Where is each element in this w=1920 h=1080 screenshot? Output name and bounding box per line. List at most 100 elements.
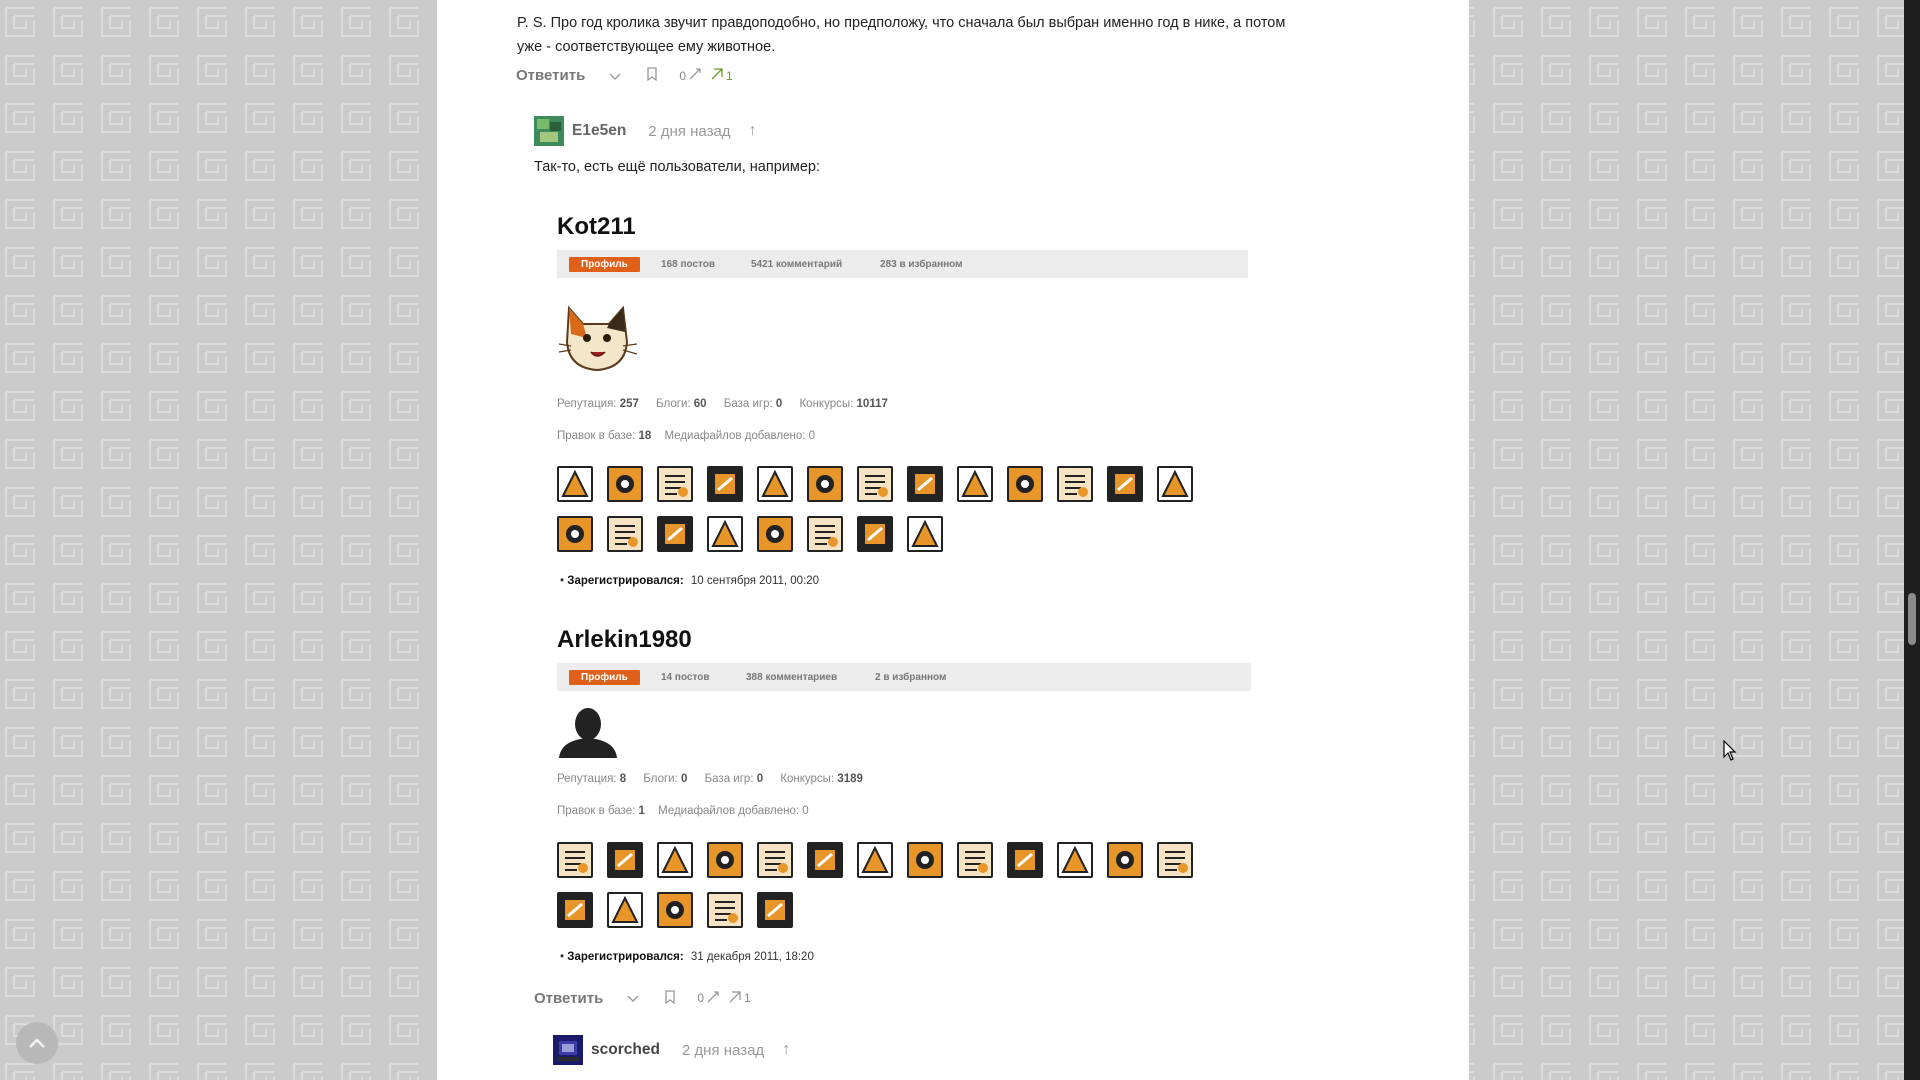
tab-posts[interactable]: 14 постов bbox=[661, 670, 710, 685]
achievement-badge-icon[interactable] bbox=[557, 466, 593, 502]
tab-comments[interactable]: 388 комментариев bbox=[746, 670, 837, 685]
achievement-badge-icon[interactable] bbox=[1157, 466, 1193, 502]
games-label: База игр: bbox=[704, 773, 754, 785]
avatar bbox=[557, 706, 619, 758]
comment-author-row: E1e5en 2 дня назад ↑ bbox=[534, 116, 757, 146]
tab-favorites[interactable]: 283 в избранном bbox=[880, 257, 963, 272]
avatar[interactable] bbox=[534, 116, 564, 146]
achievement-badge-icon[interactable] bbox=[1057, 842, 1093, 878]
thumb-up-icon[interactable] bbox=[728, 990, 742, 1007]
scroll-to-top-button[interactable] bbox=[16, 1022, 58, 1064]
profile-stats-row: Репутация: 8 Блоги: 0 База игр: 0 Конкур… bbox=[557, 773, 863, 785]
profile-stats-row: Правок в базе: 18 Медиафайлов добавлено:… bbox=[557, 430, 815, 442]
comment-time[interactable]: 2 дня назад bbox=[682, 1042, 764, 1059]
chevron-down-icon[interactable] bbox=[609, 68, 621, 84]
achievement-badge-icon[interactable] bbox=[707, 466, 743, 502]
tab-comments[interactable]: 5421 комментарий bbox=[751, 257, 842, 272]
achievement-badge-icon[interactable] bbox=[1107, 842, 1143, 878]
scrollbar-thumb[interactable] bbox=[1908, 593, 1916, 645]
avatar[interactable] bbox=[553, 1035, 583, 1065]
achievement-badge-icon[interactable] bbox=[857, 516, 893, 552]
media-label: Медиафайлов добавлено: bbox=[658, 805, 800, 817]
achievement-badge-icon[interactable] bbox=[607, 466, 643, 502]
achievement-badge-icon[interactable] bbox=[607, 516, 643, 552]
scrollbar[interactable] bbox=[1904, 0, 1920, 1080]
achievement-badge-icon[interactable] bbox=[1107, 466, 1143, 502]
games-value: 0 bbox=[775, 398, 783, 410]
achievement-badge-icon[interactable] bbox=[707, 516, 743, 552]
comment-text-line: P. S. Про год кролика звучит правдоподоб… bbox=[517, 15, 1286, 31]
achievement-badge-icon[interactable] bbox=[907, 516, 943, 552]
reply-button[interactable]: Ответить bbox=[516, 67, 585, 84]
achievement-badge-icon[interactable] bbox=[657, 516, 693, 552]
thumb-down-icon[interactable] bbox=[706, 990, 720, 1007]
achievement-badge-icon[interactable] bbox=[707, 842, 743, 878]
like-count: 1 bbox=[744, 991, 751, 1005]
media-label: Медиафайлов добавлено: bbox=[664, 430, 806, 442]
comment-author-row: scorched 2 дня назад ↑ bbox=[553, 1035, 790, 1065]
contests-value: 10117 bbox=[856, 398, 888, 410]
blogs-label: Блоги: bbox=[656, 398, 691, 410]
achievement-badge-icon[interactable] bbox=[557, 892, 593, 928]
achievement-badge-icon[interactable] bbox=[807, 516, 843, 552]
media-value: 0 bbox=[802, 805, 809, 817]
contests-label: Конкурсы: bbox=[780, 773, 835, 785]
bookmark-icon[interactable] bbox=[647, 67, 657, 84]
achievement-badge-icon[interactable] bbox=[657, 842, 693, 878]
comment-actions: Ответить 0 1 bbox=[534, 987, 1234, 1009]
comment-text-line: уже - соответствующее ему животное. bbox=[517, 39, 776, 55]
achievement-badge-icon[interactable] bbox=[757, 842, 793, 878]
author-name[interactable]: scorched bbox=[591, 1041, 660, 1059]
achievement-badge-icon[interactable] bbox=[707, 892, 743, 928]
achievement-badge-icon[interactable] bbox=[907, 466, 943, 502]
registration-date: 31 декабря 2011, 18:20 bbox=[690, 951, 814, 963]
arrow-up-icon[interactable]: ↑ bbox=[749, 122, 757, 140]
registration-row: • Зарегистрировался: 10 сентября 2011, 0… bbox=[560, 575, 820, 587]
achievement-badge-icon[interactable] bbox=[857, 466, 893, 502]
achievement-badge-icon[interactable] bbox=[807, 466, 843, 502]
comment-time[interactable]: 2 дня назад bbox=[648, 123, 730, 140]
profile-username: Kot211 bbox=[557, 213, 636, 240]
edits-label: Правок в базе: bbox=[557, 430, 636, 442]
achievement-badge-icon[interactable] bbox=[757, 466, 793, 502]
edits-value: 18 bbox=[638, 430, 652, 442]
achievement-badge-icon[interactable] bbox=[1007, 842, 1043, 878]
tab-posts[interactable]: 168 постов bbox=[661, 257, 715, 272]
profile-stats-row: Репутация: 257 Блоги: 60 База игр: 0 Кон… bbox=[557, 398, 888, 410]
achievement-badge-icon[interactable] bbox=[757, 892, 793, 928]
registration-label: Зарегистрировался: bbox=[567, 575, 684, 587]
blogs-label: Блоги: bbox=[643, 773, 678, 785]
achievement-badge-icon[interactable] bbox=[1157, 842, 1193, 878]
tab-favorites[interactable]: 2 в избранном bbox=[875, 670, 946, 685]
reputation-value: 257 bbox=[619, 398, 639, 410]
achievement-badge-icon[interactable] bbox=[957, 842, 993, 878]
contests-label: Конкурсы: bbox=[799, 398, 854, 410]
chevron-down-icon[interactable] bbox=[627, 990, 639, 1006]
achievement-badge-icon[interactable] bbox=[857, 842, 893, 878]
arrow-up-icon[interactable]: ↑ bbox=[782, 1041, 790, 1059]
reputation-label: Репутация: bbox=[557, 398, 617, 410]
edits-value: 1 bbox=[638, 805, 645, 817]
blogs-value: 0 bbox=[681, 773, 688, 785]
dislike-count: 0 bbox=[679, 68, 687, 83]
tab-profile[interactable]: Профиль bbox=[569, 257, 640, 272]
achievement-badge-icon[interactable] bbox=[757, 516, 793, 552]
bookmark-icon[interactable] bbox=[665, 989, 675, 1007]
tab-profile[interactable]: Профиль bbox=[569, 670, 640, 685]
achievement-badge-icon[interactable] bbox=[557, 842, 593, 878]
reply-button[interactable]: Ответить bbox=[534, 990, 603, 1007]
achievement-badge-icon[interactable] bbox=[1057, 466, 1093, 502]
thumb-up-icon[interactable] bbox=[710, 67, 724, 84]
achievement-badge-icon[interactable] bbox=[807, 842, 843, 878]
thumb-down-icon[interactable] bbox=[688, 67, 702, 84]
achievement-badge-icon[interactable] bbox=[1007, 466, 1043, 502]
achievement-badge-icon[interactable] bbox=[957, 466, 993, 502]
achievement-badge-icon[interactable] bbox=[907, 842, 943, 878]
achievement-badge-icon[interactable] bbox=[607, 892, 643, 928]
profile-username: Arlekin1980 bbox=[557, 626, 692, 653]
achievement-badge-icon[interactable] bbox=[657, 466, 693, 502]
author-name[interactable]: E1e5en bbox=[572, 122, 626, 140]
achievement-badge-icon[interactable] bbox=[657, 892, 693, 928]
achievement-badge-icon[interactable] bbox=[607, 842, 643, 878]
achievement-badge-icon[interactable] bbox=[557, 516, 593, 552]
